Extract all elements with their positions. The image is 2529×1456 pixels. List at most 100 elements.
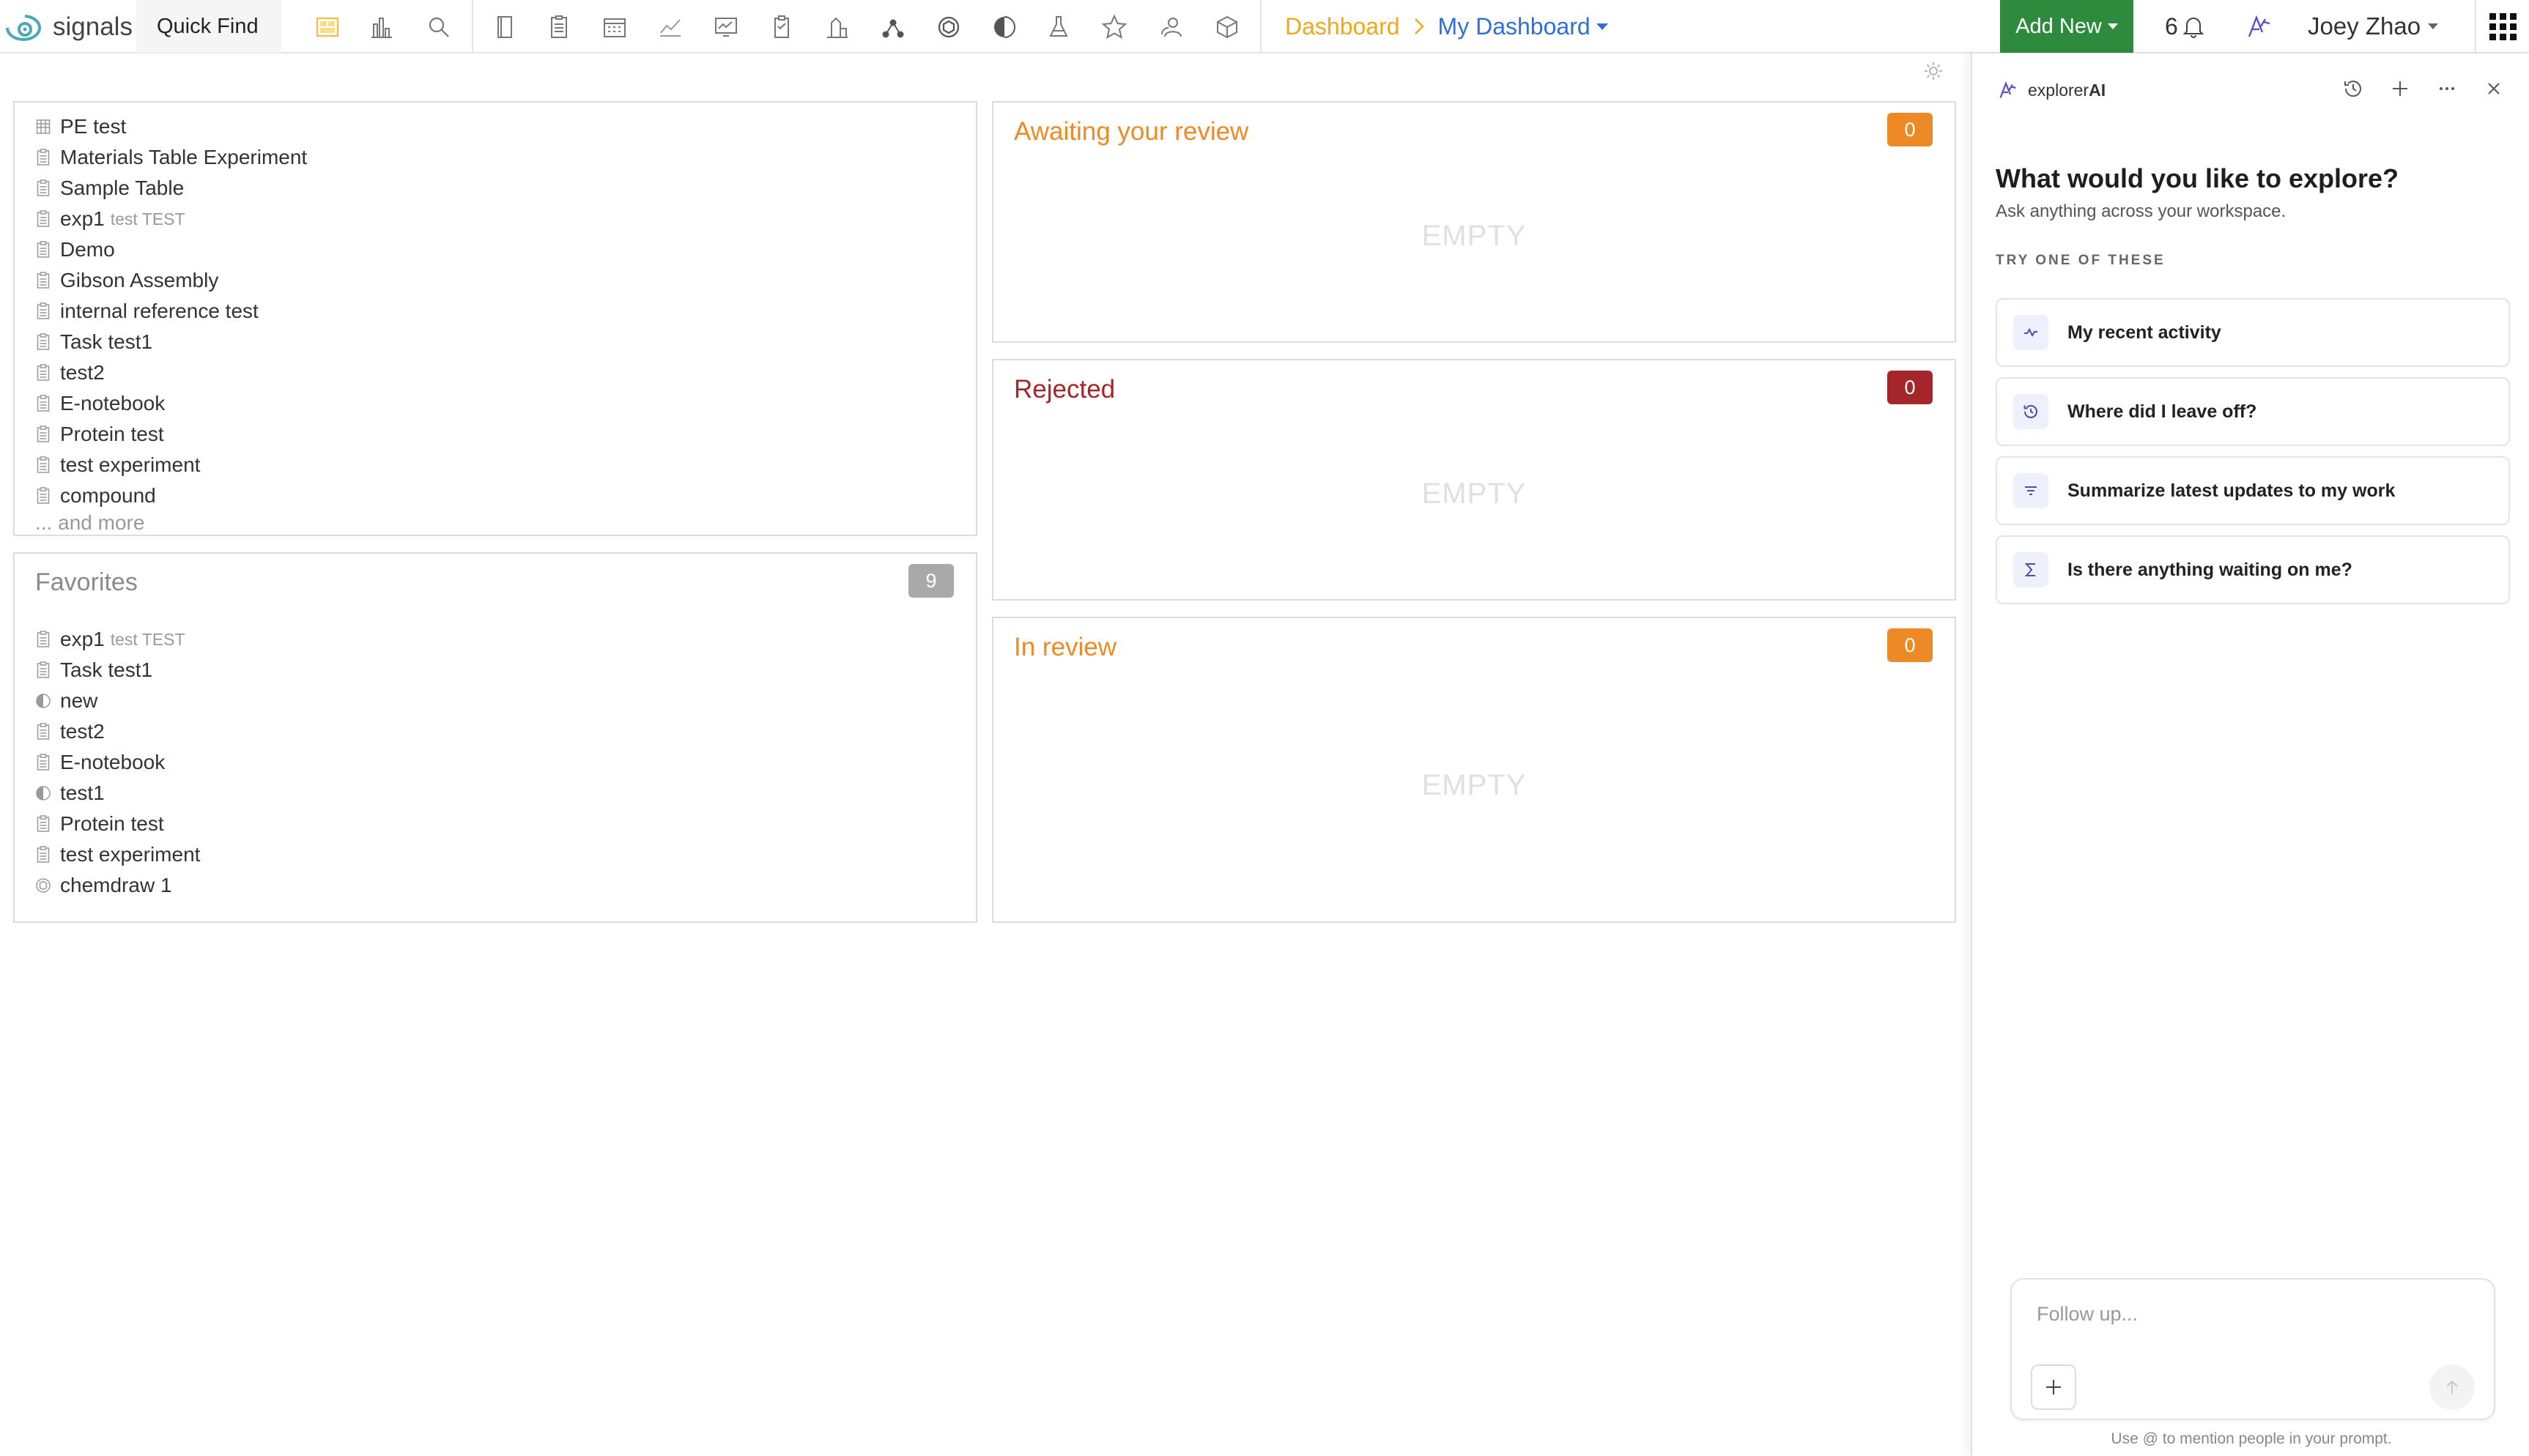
list-item[interactable]: Gibson Assembly bbox=[35, 265, 307, 296]
package-icon[interactable] bbox=[1213, 13, 1241, 41]
quick-find-button[interactable]: Quick Find bbox=[136, 0, 281, 53]
list-item[interactable]: Sample Table bbox=[35, 173, 307, 204]
list-item[interactable]: new bbox=[35, 686, 200, 716]
breadcrumb-dashboard-link[interactable]: Dashboard bbox=[1285, 13, 1400, 40]
list-item[interactable]: test1 bbox=[35, 778, 200, 809]
breadcrumb: Dashboard My Dashboard bbox=[1285, 10, 1608, 42]
list-item[interactable]: chemdraw 1 bbox=[35, 870, 200, 901]
network-icon[interactable] bbox=[879, 13, 907, 41]
list-item[interactable]: E-notebook bbox=[35, 388, 307, 419]
and-more-link[interactable]: ... and more bbox=[35, 511, 144, 535]
mention-hint: Use @ to mention people in your prompt. bbox=[2111, 1430, 2392, 1447]
list-item[interactable]: Task test1 bbox=[35, 655, 200, 686]
experiment-icon[interactable] bbox=[545, 13, 573, 41]
explorer-ai-toggle-icon[interactable] bbox=[2245, 12, 2274, 41]
experiment-icon bbox=[35, 486, 51, 505]
in-review-count-badge: 0 bbox=[1887, 628, 1933, 662]
favorites-panel: Favorites 9 exp1 test TEST Task test1 ne… bbox=[13, 552, 977, 923]
list-item-label: Task test1 bbox=[60, 330, 153, 353]
list-item[interactable]: test2 bbox=[35, 357, 307, 388]
experiment-icon bbox=[35, 814, 51, 833]
experiment-icon bbox=[35, 394, 51, 413]
dashboard-selector[interactable]: My Dashboard bbox=[1438, 13, 1608, 40]
list-item-label: E-notebook bbox=[60, 751, 166, 773]
experiment-icon bbox=[35, 148, 51, 167]
suggestion-summarize-updates[interactable]: Summarize latest updates to my work bbox=[1996, 456, 2510, 525]
list-item-label: Materials Table Experiment bbox=[60, 146, 308, 168]
experiment-icon bbox=[35, 661, 51, 680]
materials-icon[interactable] bbox=[991, 13, 1018, 41]
list-item-label: internal reference test bbox=[60, 300, 259, 322]
explorer-ai-heading: What would you like to explore? bbox=[1996, 163, 2399, 193]
recent-items-list: PE test Materials Table Experiment Sampl… bbox=[35, 111, 307, 511]
suggestion-label: Summarize latest updates to my work bbox=[2067, 480, 2396, 501]
list-item[interactable]: test2 bbox=[35, 716, 200, 747]
list-item[interactable]: test experiment bbox=[35, 839, 200, 870]
experiment-icon bbox=[35, 456, 51, 475]
rejected-count-badge: 0 bbox=[1887, 371, 1933, 404]
list-item[interactable]: Demo bbox=[35, 234, 307, 265]
history-icon[interactable] bbox=[2339, 74, 2368, 103]
suggestion-waiting-on-me[interactable]: Is there anything waiting on me? bbox=[1996, 535, 2510, 604]
list-item[interactable]: PE test bbox=[35, 111, 307, 142]
experiment-icon bbox=[35, 363, 51, 382]
list-item[interactable]: Task test1 bbox=[35, 327, 307, 357]
explorer-ai-panel: explorer AI What would you like to explor… bbox=[1971, 53, 2529, 1456]
search-icon[interactable] bbox=[425, 13, 453, 41]
rejected-panel: Rejected 0 EMPTY bbox=[992, 359, 1956, 601]
presentation-icon[interactable] bbox=[712, 13, 740, 41]
lab-icon[interactable] bbox=[823, 13, 851, 41]
bell-icon bbox=[2182, 18, 2204, 38]
list-item-label: E-notebook bbox=[60, 392, 166, 415]
suggestion-label: My recent activity bbox=[2067, 322, 2221, 343]
list-item-label: Protein test bbox=[60, 812, 164, 835]
gear-icon[interactable] bbox=[1922, 60, 1944, 82]
list-item[interactable]: internal reference test bbox=[35, 296, 307, 327]
list-item[interactable]: test experiment bbox=[35, 450, 307, 480]
more-options-icon[interactable] bbox=[2432, 74, 2462, 103]
suggestion-recent-activity[interactable]: My recent activity bbox=[1996, 298, 2510, 367]
analysis-icon[interactable] bbox=[656, 13, 684, 41]
chemistry-icon[interactable] bbox=[935, 13, 963, 41]
send-button[interactable] bbox=[2429, 1364, 2475, 1410]
favorites-icon[interactable] bbox=[1100, 13, 1128, 41]
user-menu[interactable]: Joey Zhao bbox=[2308, 10, 2439, 42]
close-icon[interactable] bbox=[2479, 74, 2508, 103]
history-icon bbox=[2013, 394, 2048, 429]
flask-icon[interactable] bbox=[1045, 13, 1073, 41]
list-item[interactable]: Protein test bbox=[35, 809, 200, 839]
signals-logo[interactable]: signals bbox=[3, 6, 133, 48]
list-item[interactable]: exp1 test TEST bbox=[35, 204, 307, 234]
list-item-sublabel: test TEST bbox=[110, 629, 185, 649]
new-chat-icon[interactable] bbox=[2385, 74, 2415, 103]
list-item-label: Demo bbox=[60, 238, 115, 261]
explorer-ai-header: explorer AI bbox=[1997, 75, 2106, 105]
toolbar-divider bbox=[472, 0, 473, 53]
notebook-icon[interactable] bbox=[491, 13, 519, 41]
charts-icon[interactable] bbox=[368, 13, 396, 41]
list-item[interactable]: E-notebook bbox=[35, 747, 200, 778]
app-launcher-button[interactable] bbox=[2475, 0, 2529, 53]
list-item[interactable]: compound bbox=[35, 480, 307, 511]
attach-button[interactable] bbox=[2031, 1364, 2076, 1410]
list-item[interactable]: Protein test bbox=[35, 419, 307, 450]
dashboard-icon[interactable] bbox=[314, 13, 341, 41]
list-item-label: test1 bbox=[60, 781, 105, 804]
follow-up-input[interactable] bbox=[2037, 1296, 2447, 1332]
arrow-up-icon bbox=[2446, 1380, 2458, 1394]
notifications-button[interactable]: 6 bbox=[2165, 10, 2206, 42]
material-icon bbox=[35, 784, 51, 803]
add-new-button[interactable]: Add New bbox=[2000, 0, 2133, 53]
toolbar-divider bbox=[1260, 0, 1262, 53]
explorer-ai-subheading: Ask anything across your workspace. bbox=[1996, 201, 2287, 221]
experiment-icon bbox=[35, 425, 51, 444]
users-icon[interactable] bbox=[1158, 13, 1185, 41]
suggestion-where-left-off[interactable]: Where did I leave off? bbox=[1996, 377, 2510, 446]
plus-icon bbox=[2046, 1380, 2061, 1394]
list-item[interactable]: Materials Table Experiment bbox=[35, 142, 307, 173]
summary-icon bbox=[2013, 473, 2048, 508]
calendar-icon[interactable] bbox=[601, 13, 629, 41]
clipboard-icon[interactable] bbox=[768, 13, 796, 41]
list-item[interactable]: exp1 test TEST bbox=[35, 624, 200, 655]
experiment-icon bbox=[35, 302, 51, 321]
